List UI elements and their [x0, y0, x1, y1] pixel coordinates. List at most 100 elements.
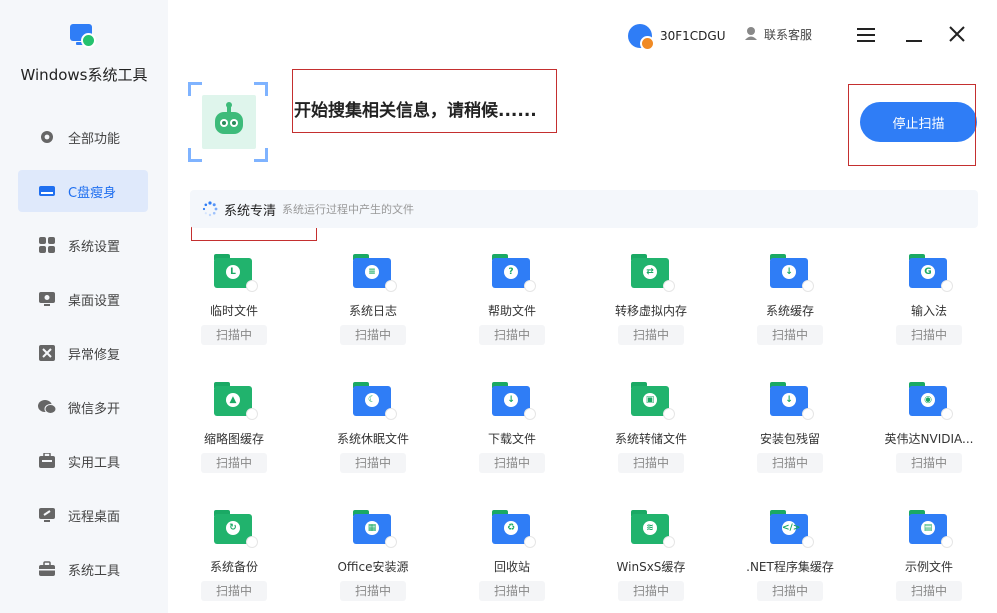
- sidebar-item-label: 实用工具: [68, 455, 121, 471]
- app-window: Windows系统工具 全部功能 C盘瘦身 系统设置 桌面设置 异常修复 微信多…: [0, 0, 997, 613]
- contact-service-button[interactable]: 联系客服: [744, 26, 812, 43]
- scan-item-label: 输入法: [910, 304, 947, 318]
- scan-item-tile[interactable]: ↻ 系统备份扫描中: [174, 500, 294, 608]
- scan-item-tile[interactable]: ☾ 系统休眠文件 扫描中: [313, 372, 433, 480]
- scan-item-tile[interactable]: </> .NET程序集缓存扫描中: [730, 500, 850, 608]
- close-button[interactable]: [941, 20, 973, 52]
- scan-item-tile[interactable]: ≋ WinSxS缓存扫描中: [591, 500, 711, 608]
- scan-item-tile[interactable]: ▣ 系统转储文件扫描中: [591, 372, 711, 480]
- sidebar-item-wechat-multi[interactable]: 微信多开: [18, 386, 148, 428]
- robot-icon: [202, 95, 256, 149]
- contact-service-label: 联系客服: [764, 28, 813, 42]
- sidebar-item-utilities[interactable]: 实用工具: [18, 440, 148, 482]
- scan-item-label: 系统备份: [209, 560, 258, 574]
- input-method-icon: G: [909, 252, 953, 292]
- system-backup-icon: ↻: [214, 508, 258, 548]
- remote-icon: [38, 506, 56, 524]
- sidebar-item-system-settings[interactable]: 系统设置: [18, 224, 148, 266]
- sidebar-item-all-features[interactable]: 全部功能: [18, 116, 148, 158]
- scan-item-tile[interactable]: ≡ 系统日志 扫描中: [313, 244, 433, 352]
- temp-files-icon: L: [214, 252, 258, 292]
- scan-item-label: 临时文件: [209, 304, 258, 318]
- chip-icon: ⇄: [631, 252, 675, 292]
- scan-item-label: WinSxS缓存: [616, 560, 686, 574]
- scan-item-status: 扫描中: [340, 325, 406, 345]
- scan-animation: [188, 82, 348, 162]
- sidebar-item-label: C盘瘦身: [68, 185, 117, 201]
- loading-spinner-icon: [202, 201, 218, 217]
- scan-item-status: 扫描中: [757, 581, 823, 601]
- scan-item-status: 扫描中: [618, 581, 684, 601]
- app-logo-icon: [70, 22, 98, 50]
- scan-item-status: 扫描中: [896, 325, 962, 345]
- disk-icon: [38, 182, 56, 200]
- scan-item-status: 扫描中: [618, 453, 684, 473]
- sidebar: Windows系统工具 全部功能 C盘瘦身 系统设置 桌面设置 异常修复 微信多…: [0, 0, 168, 613]
- user-account[interactable]: 30F1CDGU: [628, 24, 726, 51]
- scan-item-status: 扫描中: [479, 325, 545, 345]
- sidebar-nav: 全部功能 C盘瘦身 系统设置 桌面设置 异常修复 微信多开 实用工具 远程桌面 …: [18, 116, 148, 602]
- gear-icon: [38, 128, 56, 146]
- scan-item-label: .NET程序集缓存: [746, 560, 834, 574]
- sidebar-item-label: 桌面设置: [68, 293, 121, 309]
- scan-item-tile[interactable]: ? 帮助文件扫描中: [452, 244, 572, 352]
- sidebar-item-error-repair[interactable]: 异常修复: [18, 332, 148, 374]
- nvidia-icon: ◉: [909, 380, 953, 420]
- scan-item-tile[interactable]: ↓ 下载文件 扫描中: [452, 372, 572, 480]
- scan-item-label: 回收站: [493, 560, 530, 574]
- sidebar-item-label: 远程桌面: [68, 509, 121, 525]
- thumbnail-cache-icon: ▲: [214, 380, 258, 420]
- scan-item-status: 扫描中: [757, 453, 823, 473]
- scan-item-label: 帮助文件: [487, 304, 536, 318]
- scan-item-label: 安装包残留: [759, 432, 820, 446]
- scan-item-tile[interactable]: ♻ 回收站 扫描中: [452, 500, 572, 608]
- scan-item-status: 扫描中: [201, 325, 267, 345]
- sidebar-item-system-tools[interactable]: 系统工具: [18, 548, 148, 590]
- minimize-button[interactable]: [898, 20, 930, 52]
- wrench-icon: [38, 344, 56, 362]
- menu-button[interactable]: [850, 20, 882, 52]
- scan-item-tile[interactable]: ▤ 示例文件 扫描中: [869, 500, 989, 608]
- section-title: 系统专清: [224, 203, 277, 219]
- installer-residue-icon: ↓: [770, 380, 814, 420]
- scan-item-status: 扫描中: [340, 581, 406, 601]
- help-files-icon: ?: [492, 252, 536, 292]
- office-source-icon: ▦: [353, 508, 397, 548]
- scan-item-label: 示例文件: [904, 560, 953, 574]
- sidebar-item-label: 微信多开: [68, 401, 121, 417]
- wechat-icon: [38, 398, 56, 416]
- close-icon: [949, 26, 965, 46]
- scan-item-tile[interactable]: ⇄ 转移虚拟内存扫描中: [591, 244, 711, 352]
- scan-item-status: 扫描中: [896, 581, 962, 601]
- dotnet-cache-icon: </>: [770, 508, 814, 548]
- scan-item-label: 下载文件: [487, 432, 536, 446]
- scan-item-label: 转移虚拟内存: [614, 304, 687, 318]
- scan-item-tile[interactable]: ▦ Office安装源 扫描中: [313, 500, 433, 608]
- section-header: 系统专清 系统运行过程中产生的文件: [190, 190, 978, 228]
- scan-item-tile[interactable]: ▲ 缩略图缓存 扫描中: [174, 372, 294, 480]
- avatar: [628, 24, 655, 51]
- scan-item-label: 英伟达NVIDIA...: [884, 432, 974, 446]
- scan-item-status: 扫描中: [201, 581, 267, 601]
- scan-item-tile[interactable]: ↓ 系统缓存 扫描中: [730, 244, 850, 352]
- sidebar-item-c-drive-cleanup[interactable]: C盘瘦身: [18, 170, 148, 212]
- sidebar-item-remote-desktop[interactable]: 远程桌面: [18, 494, 148, 536]
- scan-item-tile[interactable]: ◉ 英伟达NVIDIA... 扫描中: [869, 372, 989, 480]
- winsxs-icon: ≋: [631, 508, 675, 548]
- dump-file-icon: ▣: [631, 380, 675, 420]
- stop-scan-button[interactable]: 停止扫描: [860, 102, 977, 142]
- scan-item-tile[interactable]: ↓ 安装包残留扫描中: [730, 372, 850, 480]
- scan-item-label: 系统转储文件: [614, 432, 687, 446]
- scan-item-status: 扫描中: [201, 453, 267, 473]
- scan-item-tile[interactable]: L 临时文件扫描中: [174, 244, 294, 352]
- app-logo: Windows系统工具: [0, 22, 168, 85]
- scan-item-tile[interactable]: G 输入法扫描中: [869, 244, 989, 352]
- scan-item-status: 扫描中: [896, 453, 962, 473]
- title-bar: 30F1CDGU 联系客服: [168, 0, 997, 72]
- briefcase-icon: [38, 560, 56, 578]
- scan-item-status: 扫描中: [618, 325, 684, 345]
- sidebar-item-desktop-settings[interactable]: 桌面设置: [18, 278, 148, 320]
- sidebar-item-label: 系统工具: [68, 563, 121, 579]
- download-files-icon: ↓: [492, 380, 536, 420]
- scan-item-status: 扫描中: [479, 581, 545, 601]
